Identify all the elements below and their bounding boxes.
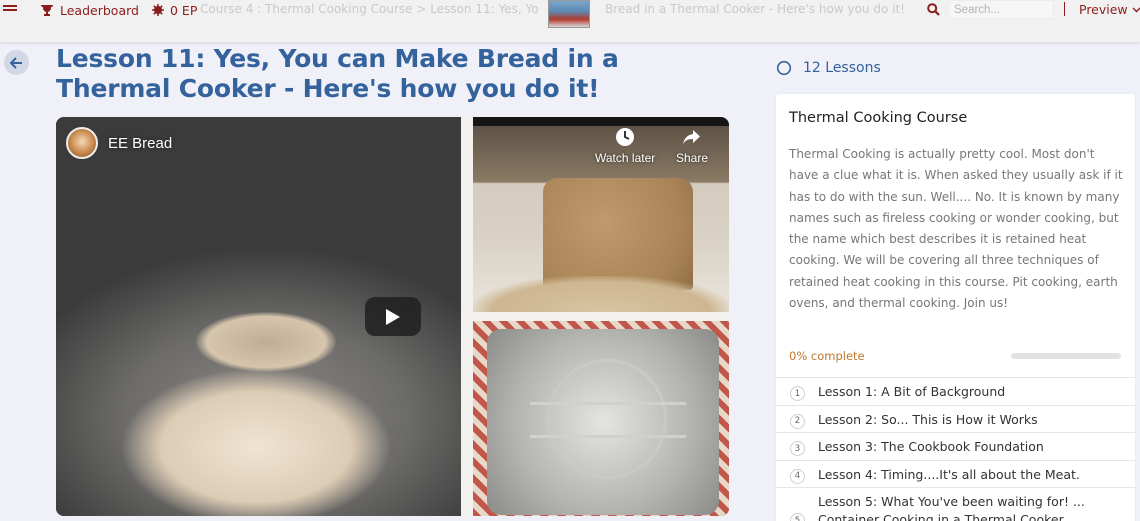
progress-bar: [1011, 353, 1121, 359]
lesson-number: 4: [790, 468, 805, 484]
topbar-divider: [1064, 2, 1065, 16]
lessons-count: 12 Lessons: [776, 60, 881, 76]
lesson-item-4[interactable]: 4 Lesson 4: Timing....It's all about the…: [776, 459, 1135, 488]
lesson-thumbnail: [548, 0, 590, 28]
watch-later-button[interactable]: Watch later: [595, 127, 655, 165]
lesson-number: 1: [790, 386, 805, 401]
share-label: Share: [676, 151, 709, 165]
lesson-number: 3: [790, 441, 805, 456]
lesson-label-line1: Lesson 5: What You've been waiting for! …: [818, 494, 1085, 509]
progress-label: 0% complete: [789, 349, 865, 363]
lesson-number: 2: [790, 413, 805, 429]
back-button[interactable]: [4, 50, 29, 75]
trophy-icon: [41, 4, 53, 16]
breadcrumb-tail[interactable]: Bread in a Thermal Cooker - Here's how y…: [605, 2, 915, 16]
share-icon: [683, 130, 701, 144]
breadcrumb[interactable]: Course 4 : Thermal Cooking Course > Less…: [200, 2, 540, 16]
video-frame-pot: [473, 321, 729, 516]
clock-icon: [616, 128, 635, 146]
menu-icon[interactable]: [3, 5, 17, 15]
lesson-label: Lesson 1: A Bit of Background: [818, 384, 1006, 399]
lessons-count-label: 12 Lessons: [803, 60, 881, 76]
preview-dropdown[interactable]: Preview: [1079, 2, 1140, 17]
play-button[interactable]: [365, 297, 421, 336]
play-icon: [386, 308, 400, 325]
search-icon[interactable]: [927, 3, 940, 16]
share-button[interactable]: Share: [676, 127, 708, 165]
lesson-label: Lesson 3: The Cookbook Foundation: [818, 439, 1044, 454]
course-card: Thermal Cooking Course Thermal Cooking i…: [776, 94, 1135, 521]
lesson-item-1[interactable]: 1 Lesson 1: A Bit of Background: [776, 377, 1135, 405]
channel-name[interactable]: EE Bread: [108, 135, 172, 152]
leaderboard-label: Leaderboard: [60, 2, 139, 18]
ep-points[interactable]: 0 EP: [152, 2, 197, 18]
lesson-label-line2: Container Cooking in a Thermal Cooker: [818, 512, 1064, 521]
chevron-down-icon: [1132, 7, 1140, 12]
search-input[interactable]: [948, 0, 1054, 19]
lesson-item-5[interactable]: 5 Lesson 5: What You've been waiting for…: [776, 487, 1135, 521]
channel-avatar[interactable]: [66, 127, 98, 159]
lesson-item-2[interactable]: 2 Lesson 2: So... This is How it Works: [776, 404, 1135, 433]
watch-later-label: Watch later: [595, 151, 656, 165]
course-description: Thermal Cooking is actually pretty cool.…: [789, 147, 1123, 311]
video-player[interactable]: EE Bread Watch later Share: [56, 117, 729, 516]
arrow-left-icon: [10, 56, 22, 69]
progress-ring-icon: [776, 60, 792, 76]
lesson-label: Lesson 2: So... This is How it Works: [818, 411, 1038, 427]
top-bar: Leaderboard 0 EP Course 4 : Thermal Cook…: [0, 0, 1140, 42]
badge-icon: [152, 4, 164, 16]
lesson-label: Lesson 5: What You've been waiting for! …: [818, 494, 1085, 521]
lesson-number: 5: [790, 513, 805, 521]
lesson-label: Lesson 4: Timing....It's all about the M…: [818, 466, 1080, 482]
lesson-list: 1 Lesson 1: A Bit of Background 2 Lesson…: [776, 377, 1135, 521]
preview-label: Preview: [1079, 2, 1128, 17]
lesson-item-3[interactable]: 3 Lesson 3: The Cookbook Foundation: [776, 432, 1135, 460]
ep-label: 0 EP: [170, 2, 198, 18]
course-title: Thermal Cooking Course: [789, 110, 968, 126]
leaderboard-link[interactable]: Leaderboard: [40, 2, 139, 18]
page-title: Lesson 11: Yes, You can Make Bread in a …: [56, 44, 619, 103]
